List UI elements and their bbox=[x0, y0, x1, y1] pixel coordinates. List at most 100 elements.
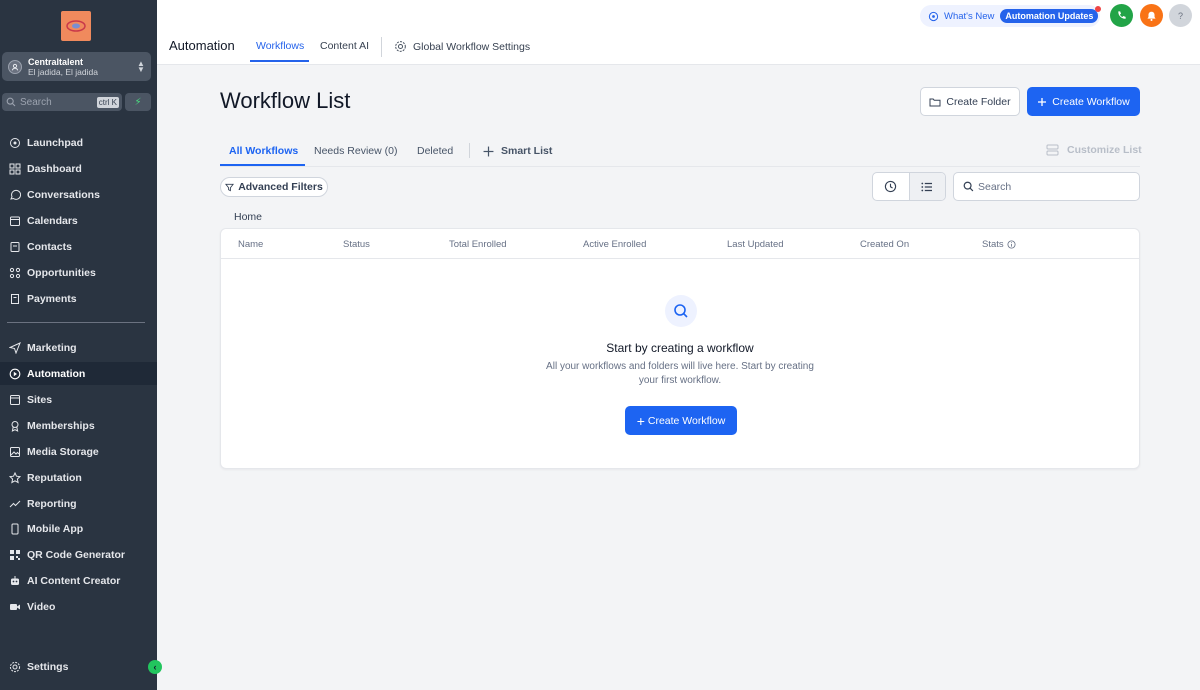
sidebar-item-media-storage[interactable]: Media Storage bbox=[0, 440, 157, 463]
subtab-deleted[interactable]: Deleted bbox=[417, 145, 453, 157]
tab-content-ai[interactable]: Content AI bbox=[320, 40, 369, 52]
sidebar-item-conversations[interactable]: Conversations bbox=[0, 183, 157, 206]
workflow-table: Name Status Total Enrolled Active Enroll… bbox=[220, 228, 1140, 469]
column-name[interactable]: Name bbox=[238, 239, 263, 250]
column-stats[interactable]: Stats bbox=[982, 239, 1016, 250]
advanced-filters-button[interactable]: Advanced Filters bbox=[220, 177, 328, 197]
user-icon bbox=[8, 59, 22, 74]
advanced-filters-label: Advanced Filters bbox=[238, 181, 323, 193]
smart-list-button[interactable]: Smart List bbox=[483, 145, 552, 157]
robot-icon bbox=[8, 574, 21, 587]
empty-state-create-workflow-button[interactable]: + Create Workflow bbox=[625, 406, 737, 435]
sidebar-item-sites[interactable]: Sites bbox=[0, 388, 157, 411]
sidebar-search[interactable]: Search ctrl K bbox=[2, 93, 122, 111]
column-last-updated[interactable]: Last Updated bbox=[727, 239, 784, 250]
breadcrumb-home[interactable]: Home bbox=[234, 211, 262, 223]
account-name: Centraltalent bbox=[28, 56, 84, 67]
profile-avatar[interactable]: ? bbox=[1169, 4, 1192, 27]
sidebar-item-payments[interactable]: Payments bbox=[0, 287, 157, 310]
sidebar-item-video[interactable]: Video bbox=[0, 595, 157, 618]
chevron-updown-icon: ▲ ▼ bbox=[137, 58, 145, 74]
sidebar-item-reputation[interactable]: Reputation bbox=[0, 466, 157, 489]
sidebar-item-automation[interactable]: Automation bbox=[0, 362, 157, 385]
subtab-border bbox=[220, 166, 1140, 167]
subtab-needs-review[interactable]: Needs Review (0) bbox=[314, 145, 397, 157]
sidebar-item-dashboard[interactable]: Dashboard bbox=[0, 157, 157, 180]
sidebar-item-memberships[interactable]: Memberships bbox=[0, 414, 157, 437]
sidebar-item-label: Contacts bbox=[27, 240, 72, 253]
opportunities-icon bbox=[8, 266, 21, 279]
phone-icon bbox=[8, 522, 21, 535]
column-status[interactable]: Status bbox=[343, 239, 370, 250]
sidebar-item-label: AI Content Creator bbox=[27, 574, 121, 587]
video-icon bbox=[8, 600, 21, 613]
table-header: Name Status Total Enrolled Active Enroll… bbox=[221, 229, 1139, 259]
payments-icon bbox=[8, 292, 21, 305]
sidebar-item-calendars[interactable]: Calendars bbox=[0, 209, 157, 232]
folder-icon bbox=[929, 97, 941, 107]
create-folder-button[interactable]: Create Folder bbox=[920, 87, 1020, 116]
sidebar-item-label: Video bbox=[27, 600, 56, 613]
sidebar-item-ai-content-creator[interactable]: AI Content Creator bbox=[0, 569, 157, 592]
sidebar-item-contacts[interactable]: Contacts bbox=[0, 235, 157, 258]
bolt-icon: ⚡ bbox=[134, 96, 142, 108]
create-workflow-label: Create Workflow bbox=[1052, 95, 1130, 108]
notifications-button[interactable] bbox=[1140, 4, 1163, 27]
empty-state-description: All your workflows and folders will live… bbox=[546, 361, 814, 386]
info-icon[interactable] bbox=[1007, 240, 1016, 249]
sidebar-search-placeholder: Search bbox=[20, 96, 52, 108]
workflow-search-input[interactable]: Search bbox=[953, 172, 1140, 201]
list-view-button[interactable] bbox=[908, 173, 945, 200]
sidebar-item-label: Opportunities bbox=[27, 266, 96, 279]
sidebar-item-label: Marketing bbox=[27, 341, 77, 354]
sidebar-item-label: Dashboard bbox=[27, 162, 82, 175]
image-icon bbox=[8, 445, 21, 458]
sidebar-item-mobile-app[interactable]: Mobile App bbox=[0, 517, 157, 540]
sidebar-item-label: Launchpad bbox=[27, 136, 84, 149]
sidebar-item-qr-code-generator[interactable]: QR Code Generator bbox=[0, 543, 157, 566]
tab-workflows[interactable]: Workflows bbox=[256, 40, 304, 52]
sidebar-item-label: Memberships bbox=[27, 419, 95, 432]
whats-new-button[interactable]: What's New Automation Updates bbox=[920, 5, 1102, 27]
quick-action-button[interactable]: ⚡ bbox=[125, 93, 151, 111]
empty-state-create-workflow-label: Create Workflow bbox=[647, 414, 726, 427]
award-icon bbox=[8, 419, 21, 432]
account-location: El jadida, El jadida bbox=[28, 66, 98, 77]
history-view-button[interactable] bbox=[873, 173, 909, 200]
filter-icon bbox=[225, 183, 235, 192]
contacts-icon bbox=[8, 240, 21, 253]
collapse-sidebar-button[interactable]: ‹ bbox=[148, 660, 162, 674]
sidebar-item-label: Mobile App bbox=[27, 522, 84, 535]
account-switcher[interactable]: Centraltalent El jadida, El jadida ▲ ▼ bbox=[2, 52, 151, 81]
sidebar-item-marketing[interactable]: Marketing bbox=[0, 336, 157, 359]
phone-button[interactable] bbox=[1110, 4, 1133, 27]
sidebar-item-label: Calendars bbox=[27, 214, 78, 227]
sidebar-item-label: Automation bbox=[27, 367, 86, 380]
megaphone-icon bbox=[928, 11, 939, 21]
column-stats-label: Stats bbox=[982, 239, 1004, 250]
automation-updates-badge[interactable]: Automation Updates bbox=[1000, 6, 1102, 23]
customize-list-button[interactable]: Customize List bbox=[1046, 144, 1142, 156]
gear-icon bbox=[8, 660, 21, 673]
columns-icon bbox=[1046, 144, 1059, 156]
sidebar-item-reporting[interactable]: Reporting bbox=[0, 492, 157, 515]
search-icon bbox=[6, 97, 16, 107]
automation-icon bbox=[8, 367, 21, 380]
search-shortcut: ctrl K bbox=[96, 96, 119, 108]
phone-icon bbox=[1118, 11, 1126, 19]
sidebar-item-launchpad[interactable]: Launchpad bbox=[0, 131, 157, 154]
column-active-enrolled[interactable]: Active Enrolled bbox=[583, 239, 646, 250]
tab-global-workflow-settings[interactable]: Global Workflow Settings bbox=[394, 40, 530, 53]
column-created-on[interactable]: Created On bbox=[860, 239, 909, 250]
calendar-icon bbox=[8, 214, 21, 227]
view-toggle bbox=[872, 172, 946, 201]
plus-icon bbox=[483, 146, 494, 156]
create-folder-label: Create Folder bbox=[946, 95, 1011, 108]
sidebar-item-opportunities[interactable]: Opportunities bbox=[0, 261, 157, 284]
sidebar-item-label: Payments bbox=[27, 292, 77, 305]
subtab-all-workflows[interactable]: All Workflows bbox=[229, 145, 298, 157]
create-workflow-button[interactable]: Create Workflow bbox=[1027, 87, 1140, 116]
sidebar-item-settings[interactable]: Settings bbox=[0, 655, 157, 678]
column-total-enrolled[interactable]: Total Enrolled bbox=[449, 239, 507, 250]
company-logo[interactable] bbox=[61, 11, 91, 41]
